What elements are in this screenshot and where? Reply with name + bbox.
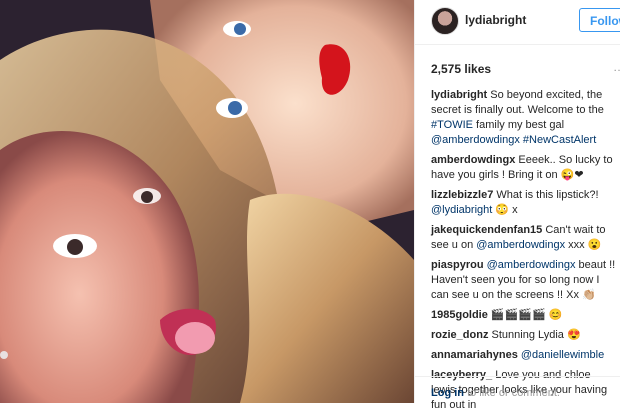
comment-mention[interactable]: @daniellewimble [521, 349, 604, 361]
comment-mention[interactable]: @lydiabright [431, 204, 492, 216]
comment-mention[interactable]: @amberdowdingx [476, 239, 565, 251]
selfie-illustration [0, 0, 414, 403]
comment-text-tail: 😳 x [495, 204, 518, 216]
post-footer: Log in to like or comment. [415, 376, 620, 404]
tongue [175, 322, 215, 354]
comment-username[interactable]: 1985goldie [431, 309, 488, 321]
hashtag-towie[interactable]: #TOWIE [431, 119, 473, 131]
comment-username[interactable]: annamariahynes [431, 349, 518, 361]
comment-username[interactable]: jakequickendenfan15 [431, 224, 542, 236]
follow-button[interactable]: Follow [579, 8, 620, 32]
list-item: annamariahynes @daniellewimble [431, 348, 617, 363]
comment-text-tail: xxx 😮 [568, 239, 602, 251]
comment-mention[interactable]: @amberdowdingx [487, 259, 576, 271]
comment-username[interactable]: amberdowdingx [431, 154, 515, 166]
login-prompt-text: to like or comment. [467, 387, 560, 399]
like-count[interactable]: 2,575 likes [431, 62, 491, 76]
caption-username[interactable]: lydiabright [431, 89, 487, 101]
list-item: jakequickendenfan15 Can't wait to see u … [431, 223, 617, 253]
mention-amberdowdingx[interactable]: @amberdowdingx [431, 134, 520, 146]
post-photo[interactable] [0, 0, 414, 403]
comment-text: 🎬🎬🎬🎬 😊 [490, 309, 563, 321]
list-item: piaspyrou @amberdowdingx beaut !! Haven'… [431, 258, 617, 303]
hashtag-newcastalert[interactable]: #NewCastAlert [523, 134, 596, 146]
list-item: 1985goldie 🎬🎬🎬🎬 😊 [431, 308, 617, 323]
login-link[interactable]: Log in [431, 387, 464, 399]
caption-text-2: family my best gal [476, 119, 565, 131]
post-sidebar: lydiabright Follow 2,575 likes … lydiabr… [414, 0, 620, 411]
list-item: lizzlebizzle7 What is this lipstick?! @l… [431, 188, 617, 218]
comment-username[interactable]: rozie_donz [431, 329, 488, 341]
comment-text: What is this lipstick?! [496, 189, 599, 201]
comment-text: Stunning Lydia 😍 [491, 329, 581, 341]
more-options-icon[interactable]: … [613, 60, 620, 74]
post-header: lydiabright Follow [415, 0, 620, 45]
username[interactable]: lydiabright [465, 13, 526, 27]
avatar[interactable] [431, 7, 459, 35]
caption: lydiabright So beyond excited, the secre… [431, 88, 617, 148]
login-prompt: Log in to like or comment. [431, 387, 560, 399]
comment-list: lydiabright So beyond excited, the secre… [431, 88, 617, 418]
list-item: amberdowdingx Eeeek.. So lucky to have y… [431, 153, 617, 183]
list-item: rozie_donz Stunning Lydia 😍 [431, 328, 617, 343]
comment-username[interactable]: lizzlebizzle7 [431, 189, 493, 201]
comment-username[interactable]: piaspyrou [431, 259, 484, 271]
